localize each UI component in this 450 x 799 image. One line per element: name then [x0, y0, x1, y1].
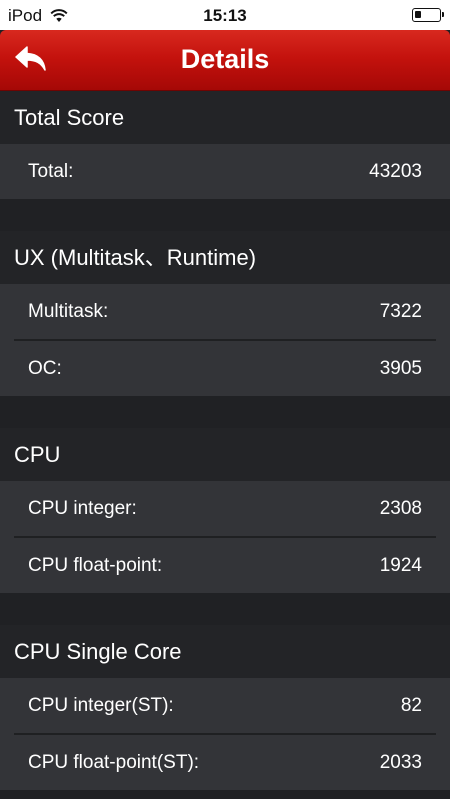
section-header-total-score: Total Score	[0, 91, 450, 144]
score-row-multitask: Multitask: 7322	[14, 284, 436, 341]
score-value: 1924	[379, 554, 422, 576]
score-label: CPU integer(ST):	[28, 694, 174, 716]
score-row-cpu-float-point-st: CPU float-point(ST): 2033	[14, 735, 436, 790]
score-label: CPU float-point(ST):	[28, 751, 200, 773]
section-body-cpu-single-core: CPU integer(ST): 82 CPU float-point(ST):…	[0, 678, 450, 790]
page-title: Details	[180, 44, 270, 74]
score-row-cpu-integer: CPU integer: 2308	[14, 481, 436, 538]
score-value: 7322	[379, 300, 422, 322]
score-row-oc: OC: 3905	[14, 341, 436, 396]
section-header-cpu: CPU	[0, 428, 450, 481]
score-value: 43203	[369, 160, 422, 182]
status-time: 15:13	[203, 6, 247, 25]
nav-bar: Details	[0, 30, 450, 91]
score-value: 2033	[379, 751, 422, 773]
score-value: 2308	[379, 497, 422, 519]
section-body-ux: Multitask: 7322 OC: 3905	[0, 284, 450, 396]
score-value: 82	[400, 694, 422, 716]
score-label: OC:	[28, 357, 62, 379]
details-list: Total Score Total: 43203 UX (Multitask、R…	[0, 91, 450, 799]
score-label: Total:	[28, 160, 74, 182]
section-header-ux: UX (Multitask、Runtime)	[0, 231, 450, 284]
score-label: Multitask:	[28, 300, 109, 322]
score-label: CPU float-point:	[28, 554, 163, 576]
section-body-cpu: CPU integer: 2308 CPU float-point: 1924	[0, 481, 450, 593]
score-label: CPU integer:	[28, 497, 137, 519]
section-header-cpu-single-core: CPU Single Core	[0, 625, 450, 678]
score-row-cpu-integer-st: CPU integer(ST): 82	[14, 678, 436, 735]
score-row-cpu-float-point: CPU float-point: 1924	[14, 538, 436, 593]
battery-fill	[415, 11, 421, 18]
battery-icon	[412, 8, 444, 22]
status-bar: iPod 15:13	[0, 0, 450, 30]
score-value: 3905	[379, 357, 422, 379]
score-row-total: Total: 43203	[14, 144, 436, 199]
section-body-total-score: Total: 43203	[0, 144, 450, 199]
